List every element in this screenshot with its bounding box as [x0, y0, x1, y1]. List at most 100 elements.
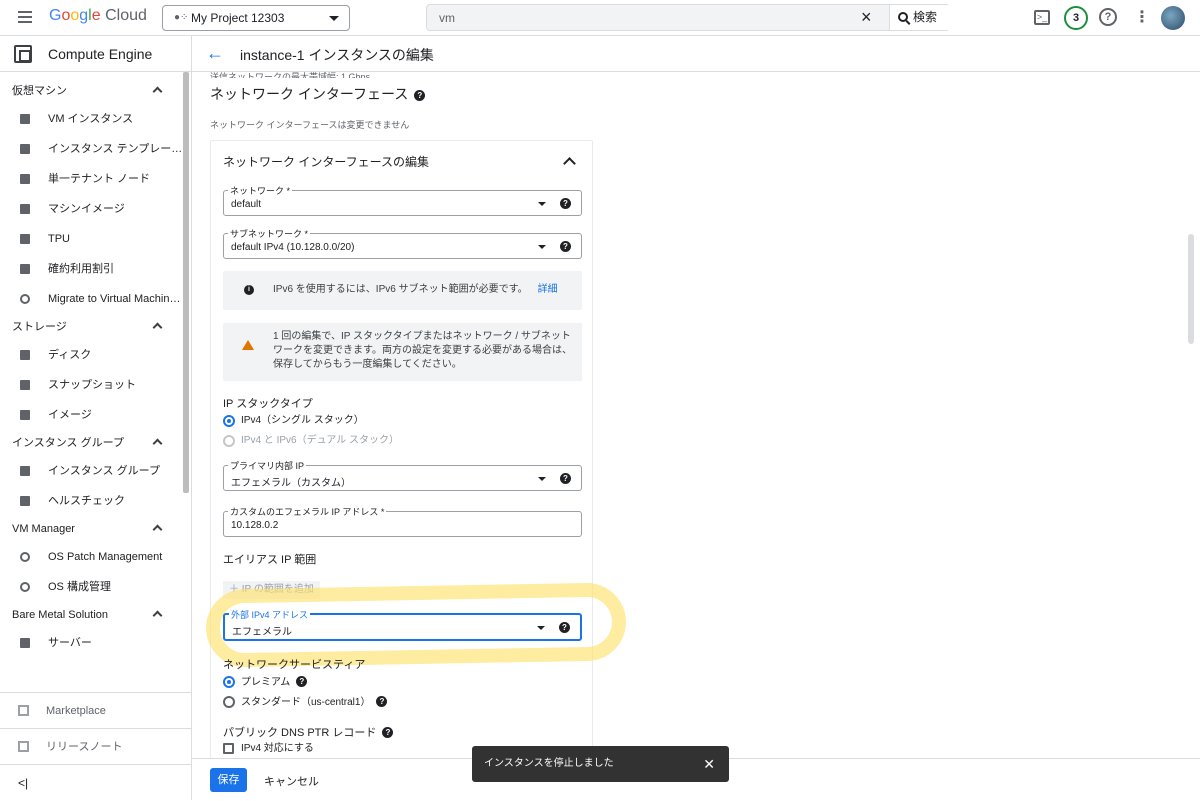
- sidebar-section-vm[interactable]: 仮想マシン: [0, 78, 191, 104]
- details-link[interactable]: 詳細: [538, 284, 558, 295]
- vm-icon: [20, 114, 30, 124]
- group-icon: [20, 466, 30, 476]
- item-label: ディスク: [48, 349, 92, 361]
- section-label: 仮想マシン: [12, 85, 67, 97]
- search-input[interactable]: vm: [439, 11, 455, 25]
- sidebar-nav: 仮想マシン VM インスタンス インスタンス テンプレー… 単一テナント ノード…: [0, 72, 191, 658]
- radio-dual-stack[interactable]: IPv4 と IPv6（デュアル スタック）: [223, 435, 399, 449]
- sidebar-section-vm-manager[interactable]: VM Manager: [0, 516, 191, 542]
- external-ipv4-select[interactable]: 外部 IPv4 アドレス エフェメラル ?: [223, 608, 582, 641]
- sidebar-title: Compute Engine: [48, 46, 153, 62]
- help-icon[interactable]: ?: [414, 90, 426, 101]
- save-button[interactable]: 保存: [210, 768, 247, 792]
- sidebar-item-sole-tenant[interactable]: 単一テナント ノード: [0, 164, 183, 194]
- project-icon: ●⁘: [174, 12, 189, 23]
- sidebar-item-snapshots[interactable]: スナップショット: [0, 370, 183, 400]
- sidebar-section-bare-metal[interactable]: Bare Metal Solution: [0, 602, 191, 628]
- sidebar-item-machine-images[interactable]: マシンイメージ: [0, 194, 183, 224]
- sidebar-item-tpu[interactable]: TPU: [0, 224, 183, 254]
- sidebar-section-storage[interactable]: ストレージ: [0, 314, 191, 340]
- page-scrollbar[interactable]: [1188, 234, 1194, 344]
- snackbar-message: インスタンスを停止しました: [484, 758, 614, 769]
- custom-ephemeral-ip-input[interactable]: カスタムのエフェメラル IP アドレス * 10.128.0.2: [223, 505, 582, 537]
- primary-internal-ip-select[interactable]: プライマリ内部 IP エフェメラル（カスタム） ?: [223, 459, 582, 491]
- help-icon[interactable]: ?: [376, 696, 388, 707]
- item-label: インスタンス テンプレー…: [48, 143, 183, 155]
- sidebar-section-instance-groups[interactable]: インスタンス グループ: [0, 430, 191, 456]
- search-button-label: 検索: [913, 10, 938, 24]
- chevron-up-icon[interactable]: [563, 157, 576, 170]
- sidebar-item-images[interactable]: イメージ: [0, 400, 183, 430]
- snapshot-icon: [20, 380, 30, 390]
- sidebar-item-instance-groups[interactable]: インスタンス グループ: [0, 456, 183, 486]
- sidebar-item-committed-use[interactable]: 確約利用割引: [0, 254, 183, 284]
- sidebar-item-migrate[interactable]: Migrate to Virtual Machin…: [0, 284, 183, 314]
- help-icon[interactable]: ?: [560, 473, 571, 484]
- warning-line: 保存してからもう一度編集してください。: [273, 359, 462, 370]
- item-label: ヘルスチェック: [48, 495, 125, 507]
- form-content: 送信ネットワークの最大帯域幅: 1 Gbps ネットワーク インターフェース? …: [210, 72, 590, 131]
- radio-selected-icon: [223, 415, 235, 427]
- sidebar-item-disks[interactable]: ディスク: [0, 340, 183, 370]
- sidebar-item-os-config[interactable]: OS 構成管理: [0, 572, 183, 602]
- back-arrow-icon[interactable]: ←: [206, 43, 224, 64]
- help-icon[interactable]: ?: [560, 241, 571, 252]
- patch-icon: [20, 552, 30, 562]
- cloud-shell-icon[interactable]: >_: [1034, 10, 1050, 25]
- sidebar-item-servers[interactable]: サーバー: [0, 628, 183, 658]
- clear-icon[interactable]: ×: [861, 7, 872, 28]
- page-header: ← instance-1 インスタンスの編集: [192, 36, 1200, 72]
- section-label: VM Manager: [12, 523, 75, 535]
- radio-standard[interactable]: スタンダード（us-central1）?: [223, 696, 388, 710]
- help-icon[interactable]: ?: [382, 727, 394, 738]
- truncated-text: 送信ネットワークの最大帯域幅: 1 Gbps: [210, 72, 371, 78]
- sidebar-item-os-patch[interactable]: OS Patch Management: [0, 542, 183, 572]
- info-icon: i: [244, 285, 254, 295]
- collapse-sidebar-button[interactable]: <|: [0, 764, 191, 800]
- sidebar-item-release-notes[interactable]: リリースノート: [0, 728, 191, 764]
- template-icon: [20, 144, 30, 154]
- ip-stack-label: IP スタックタイプ: [223, 398, 313, 410]
- radio-premium[interactable]: プレミアム?: [223, 676, 308, 690]
- field-value[interactable]: 10.128.0.2: [231, 520, 278, 531]
- item-label: OS 構成管理: [48, 581, 111, 593]
- radio-label: IPv4（シングル スタック）: [241, 415, 364, 426]
- help-icon[interactable]: ?: [296, 676, 308, 687]
- google-cloud-logo[interactable]: Google Cloud: [49, 7, 147, 25]
- sidebar-item-instance-templates[interactable]: インスタンス テンプレー…: [0, 134, 183, 164]
- dns-ptr-label: パブリック DNS PTR レコード: [223, 727, 377, 739]
- help-icon[interactable]: ?: [559, 622, 570, 633]
- radio-ipv4-single[interactable]: IPv4（シングル スタック）: [223, 415, 364, 429]
- ipv6-info-box: i IPv6 を使用するには、IPv6 サブネット範囲が必要です。 詳細: [223, 271, 582, 310]
- dropdown-arrow-icon: [537, 626, 545, 630]
- checkbox-label: IPv4 対応にする: [241, 743, 314, 754]
- help-icon[interactable]: ?: [1099, 8, 1117, 26]
- network-select[interactable]: ネットワーク * default ?: [223, 184, 582, 216]
- close-icon[interactable]: ✕: [703, 746, 715, 782]
- cancel-button[interactable]: キャンセル: [264, 773, 319, 789]
- logo-cloud-text: Cloud: [105, 7, 147, 24]
- help-icon[interactable]: ?: [560, 198, 571, 209]
- field-label: ネットワーク *: [228, 184, 293, 197]
- radio-selected-icon: [223, 676, 235, 688]
- subnetwork-select[interactable]: サブネットワーク * default IPv4 (10.128.0.0/20) …: [223, 227, 582, 259]
- item-label: Migrate to Virtual Machin…: [48, 293, 181, 305]
- radio-icon: [223, 435, 235, 447]
- avatar[interactable]: [1161, 6, 1185, 30]
- image-icon: [20, 410, 30, 420]
- more-vert-icon[interactable]: ⋮: [1132, 8, 1152, 28]
- project-selector[interactable]: ●⁘ My Project 12303: [162, 5, 350, 31]
- sidebar-item-marketplace[interactable]: Marketplace: [0, 692, 191, 728]
- sidebar-item-vm-instances[interactable]: VM インスタンス: [0, 104, 183, 134]
- menu-icon[interactable]: [18, 11, 32, 23]
- dropdown-arrow-icon: [538, 202, 546, 206]
- sidebar-item-health-checks[interactable]: ヘルスチェック: [0, 486, 183, 516]
- warning-icon: [242, 340, 254, 350]
- ipv4-dns-checkbox[interactable]: IPv4 対応にする: [223, 743, 314, 755]
- radio-label: IPv4 と IPv6（デュアル スタック）: [241, 435, 400, 446]
- search-button[interactable]: 検索: [889, 5, 951, 30]
- notifications-badge[interactable]: 3: [1064, 6, 1088, 30]
- tpu-icon: [20, 234, 30, 244]
- search-bar[interactable]: vm × 検索: [426, 4, 951, 31]
- page-title: instance-1 インスタンスの編集: [240, 47, 434, 63]
